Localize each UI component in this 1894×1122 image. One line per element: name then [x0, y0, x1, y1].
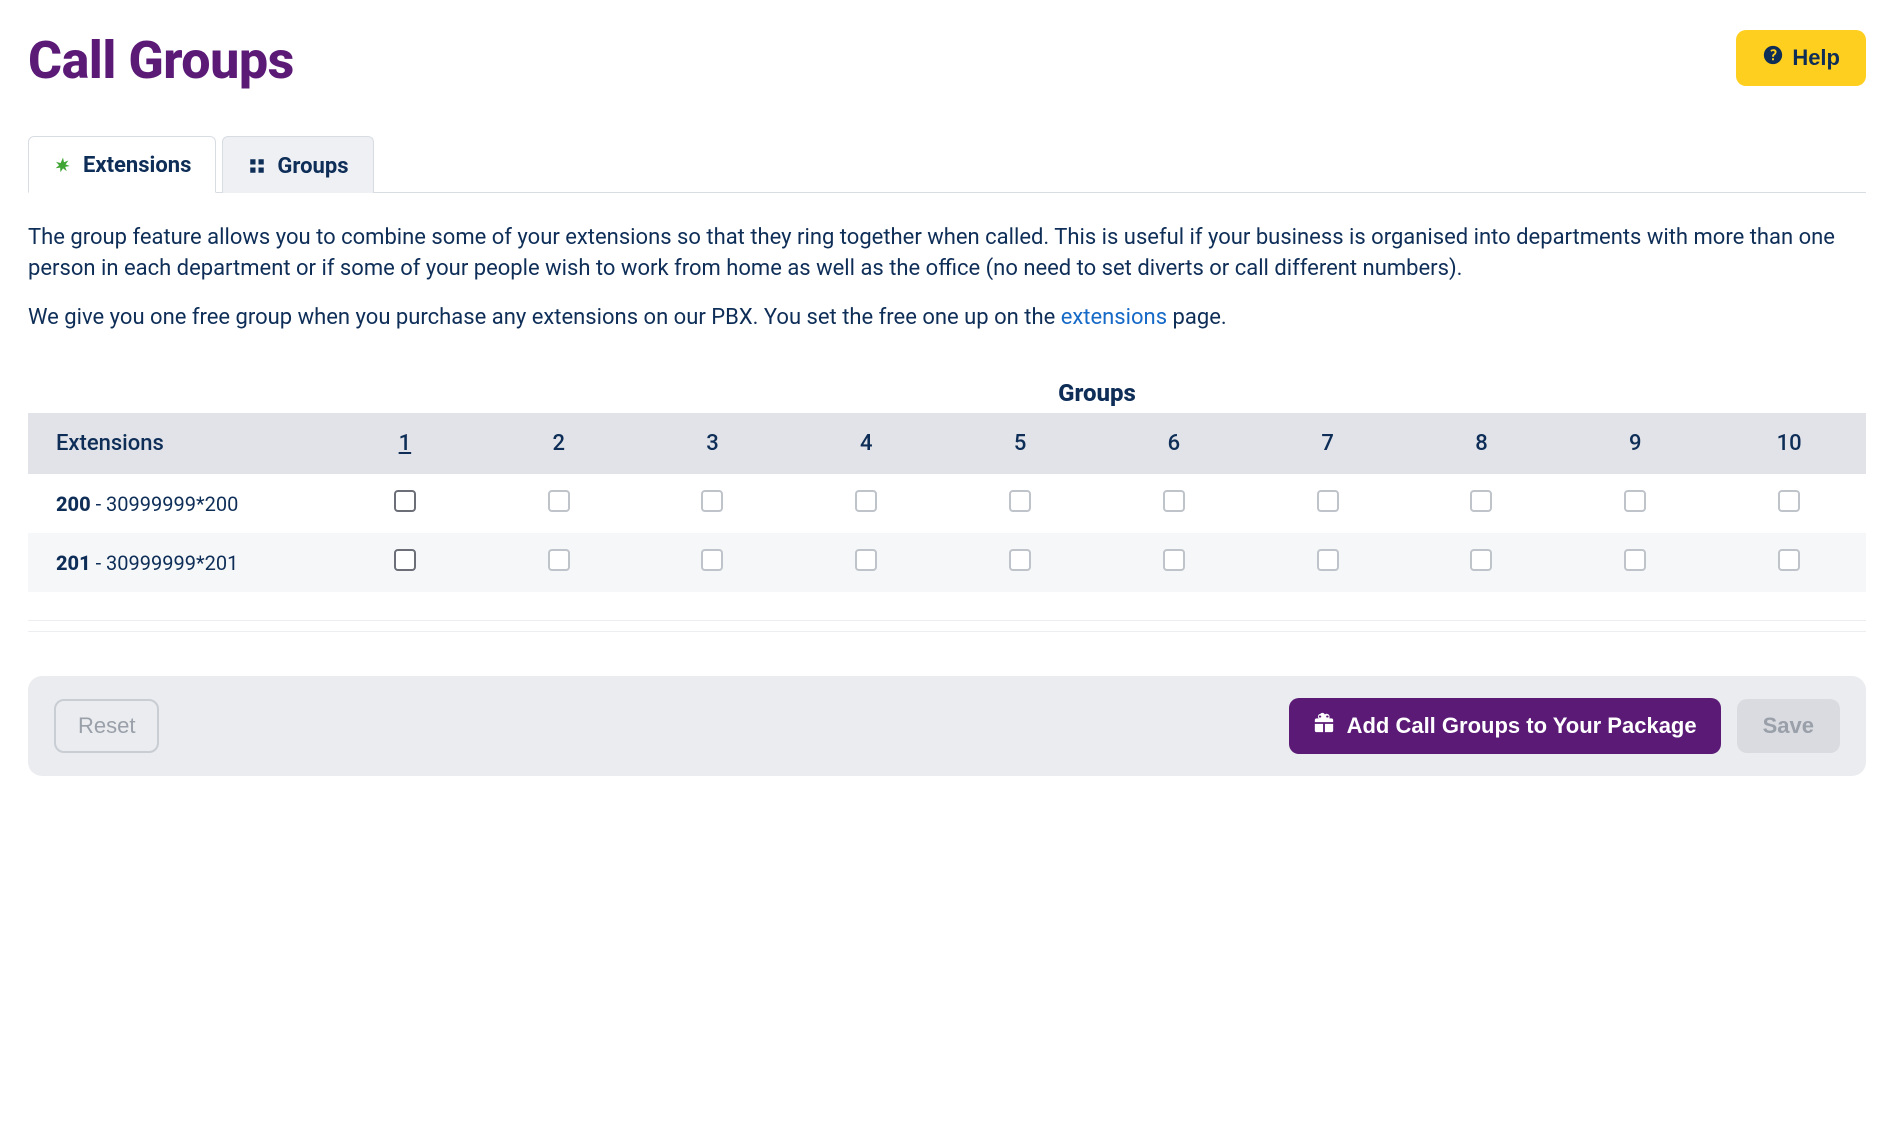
group-cell	[1097, 533, 1251, 592]
group-checkbox[interactable]	[394, 490, 416, 512]
column-header-extensions: Extensions	[28, 413, 328, 474]
group-cell	[1405, 533, 1559, 592]
group-cell	[943, 474, 1097, 533]
group-checkbox[interactable]	[1470, 549, 1492, 571]
group-cell	[943, 533, 1097, 592]
group-checkbox[interactable]	[1624, 549, 1646, 571]
question-circle-icon	[1762, 44, 1784, 72]
group-checkbox[interactable]	[1163, 549, 1185, 571]
description-p2: We give you one free group when you purc…	[28, 303, 1866, 334]
group-cell	[1097, 474, 1251, 533]
gift-icon	[1313, 712, 1335, 740]
group-cell	[482, 533, 636, 592]
group-checkbox[interactable]	[1317, 549, 1339, 571]
group-cell	[328, 474, 482, 533]
footer-bar: Reset Add Call Groups to Your Package Sa…	[28, 676, 1866, 776]
group-cell	[482, 474, 636, 533]
group-checkbox[interactable]	[701, 490, 723, 512]
asterisk-icon	[53, 156, 73, 176]
group-checkbox[interactable]	[701, 549, 723, 571]
group-cell	[1251, 474, 1405, 533]
group-cell	[636, 533, 790, 592]
groups-heading: Groups	[28, 379, 1866, 407]
table-row: 201 - 30999999*201	[28, 533, 1866, 592]
help-button[interactable]: Help	[1736, 30, 1866, 86]
group-checkbox[interactable]	[548, 490, 570, 512]
extension-cell: 201 - 30999999*201	[28, 533, 328, 592]
group-checkbox[interactable]	[1163, 490, 1185, 512]
add-call-groups-button[interactable]: Add Call Groups to Your Package	[1289, 698, 1721, 754]
column-header-group-2[interactable]: 2	[482, 413, 636, 474]
help-button-label: Help	[1792, 45, 1840, 71]
tabs: Extensions Groups	[28, 135, 1866, 193]
tab-groups-label: Groups	[277, 154, 348, 179]
extensions-link[interactable]: extensions	[1061, 305, 1167, 330]
group-checkbox[interactable]	[1624, 490, 1646, 512]
group-cell	[1712, 533, 1866, 592]
save-button[interactable]: Save	[1737, 699, 1840, 753]
group-checkbox[interactable]	[1009, 549, 1031, 571]
column-header-group-7[interactable]: 7	[1251, 413, 1405, 474]
group-checkbox[interactable]	[855, 549, 877, 571]
group-cell	[789, 474, 943, 533]
group-checkbox[interactable]	[1317, 490, 1339, 512]
extension-cell: 200 - 30999999*200	[28, 474, 328, 533]
column-header-group-9[interactable]: 9	[1558, 413, 1712, 474]
group-checkbox[interactable]	[1778, 549, 1800, 571]
group-checkbox[interactable]	[1470, 490, 1492, 512]
group-checkbox[interactable]	[1009, 490, 1031, 512]
table-row: 200 - 30999999*200	[28, 474, 1866, 533]
grid-icon	[247, 156, 267, 176]
tab-extensions-label: Extensions	[83, 153, 191, 178]
group-cell	[328, 533, 482, 592]
group-cell	[1558, 533, 1712, 592]
column-header-group-3[interactable]: 3	[636, 413, 790, 474]
group-cell	[636, 474, 790, 533]
group-checkbox[interactable]	[394, 549, 416, 571]
page-title: Call Groups	[28, 30, 294, 91]
column-header-group-5[interactable]: 5	[943, 413, 1097, 474]
add-call-groups-label: Add Call Groups to Your Package	[1347, 713, 1697, 739]
column-header-group-1[interactable]: 1	[328, 413, 482, 474]
group-checkbox[interactable]	[855, 490, 877, 512]
group-cell	[1251, 533, 1405, 592]
group-checkbox[interactable]	[548, 549, 570, 571]
description-p1: The group feature allows you to combine …	[28, 223, 1866, 285]
column-header-group-10[interactable]: 10	[1712, 413, 1866, 474]
column-header-group-4[interactable]: 4	[789, 413, 943, 474]
group-checkbox[interactable]	[1778, 490, 1800, 512]
tab-extensions[interactable]: Extensions	[28, 136, 216, 193]
divider	[28, 620, 1866, 632]
group-cell	[1712, 474, 1866, 533]
reset-button[interactable]: Reset	[54, 699, 159, 753]
extensions-groups-table: Extensions12345678910 200 - 30999999*200…	[28, 413, 1866, 592]
description: The group feature allows you to combine …	[28, 223, 1866, 333]
group-cell	[789, 533, 943, 592]
group-cell	[1558, 474, 1712, 533]
column-header-group-8[interactable]: 8	[1405, 413, 1559, 474]
group-cell	[1405, 474, 1559, 533]
column-header-group-6[interactable]: 6	[1097, 413, 1251, 474]
tab-groups[interactable]: Groups	[222, 136, 373, 193]
